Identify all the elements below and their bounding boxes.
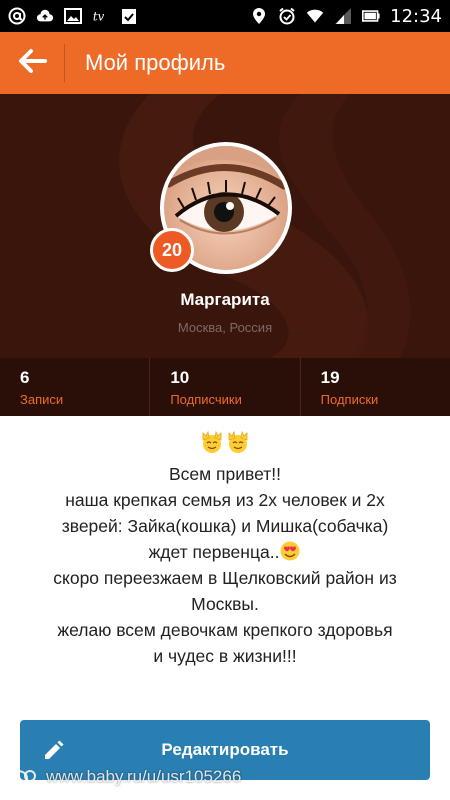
stat-posts[interactable]: 6 Записи — [0, 358, 151, 416]
wifi-icon — [306, 7, 324, 25]
profile-name: Маргарита — [180, 290, 270, 309]
watermark-logo-icon — [6, 766, 40, 788]
app-bar-divider — [64, 44, 65, 82]
location-icon — [250, 7, 268, 25]
bio-line-with-emoji: ждет первенца.. — [0, 539, 450, 565]
profile-header: 20 Маргарита Москва, Россия 6 Записи 10 … — [0, 94, 450, 416]
clock-time: 12:34 — [390, 5, 442, 27]
age-badge: 20 — [150, 228, 194, 272]
stat-label: Записи — [20, 392, 64, 407]
image-icon — [64, 7, 82, 25]
bio-line: ждет первенца.. — [148, 542, 280, 562]
bio-line: Москвы. — [191, 594, 259, 614]
heart-eyes-emoji-icon — [279, 541, 301, 562]
profile-location: Москва, Россия — [177, 320, 273, 335]
status-bar: tv 12:34 — [0, 0, 450, 32]
profile-bio: Всем привет!! наша крепкая семья из 2х ч… — [0, 430, 450, 669]
edit-button-label: Редактировать — [161, 740, 289, 759]
stat-count: 6 — [20, 368, 30, 387]
page-title: Мой профиль — [85, 50, 226, 75]
bio-line: зверей: Зайка(кошка) и Мишка(собачка) — [61, 516, 389, 536]
battery-icon — [362, 7, 380, 25]
watermark-text: www.baby.ru/u/usr105266 — [46, 767, 242, 786]
raised-hands-emoji-icon — [226, 430, 250, 461]
app-bar: Мой профиль — [0, 32, 450, 94]
at-icon — [8, 7, 26, 25]
signal-icon — [334, 7, 352, 25]
svg-text:tv: tv — [93, 10, 105, 24]
stat-count: 10 — [170, 368, 190, 387]
tv-icon: tv — [92, 7, 110, 25]
stat-label: Подписчики — [170, 392, 242, 407]
alarm-icon — [278, 7, 296, 25]
arrow-left-icon — [17, 48, 47, 79]
bio-line: и чудес в жизни!!! — [153, 646, 297, 666]
watermark: www.baby.ru/u/usr105266 — [0, 762, 450, 792]
stat-count: 19 — [320, 368, 340, 387]
bio-line: Всем привет!! — [168, 464, 282, 484]
bio-line: скоро переезжаем в Щелковский район из — [53, 568, 397, 588]
stat-following[interactable]: 19 Подписки — [301, 358, 450, 416]
bio-line: наша крепкая семья из 2х человек и 2х — [65, 490, 385, 510]
back-button[interactable] — [0, 32, 64, 94]
clipboard-check-icon — [120, 7, 138, 25]
raised-hands-emoji-icon — [200, 430, 224, 461]
bio-line: желаю всем девочкам крепкого здоровья — [57, 620, 393, 640]
stat-followers[interactable]: 10 Подписчики — [150, 358, 301, 416]
stat-label: Подписки — [320, 392, 379, 407]
stats-bar: 6 Записи 10 Подписчики 19 Подписки — [0, 358, 450, 416]
cloud-upload-icon — [36, 7, 54, 25]
emoji-row — [0, 430, 450, 461]
